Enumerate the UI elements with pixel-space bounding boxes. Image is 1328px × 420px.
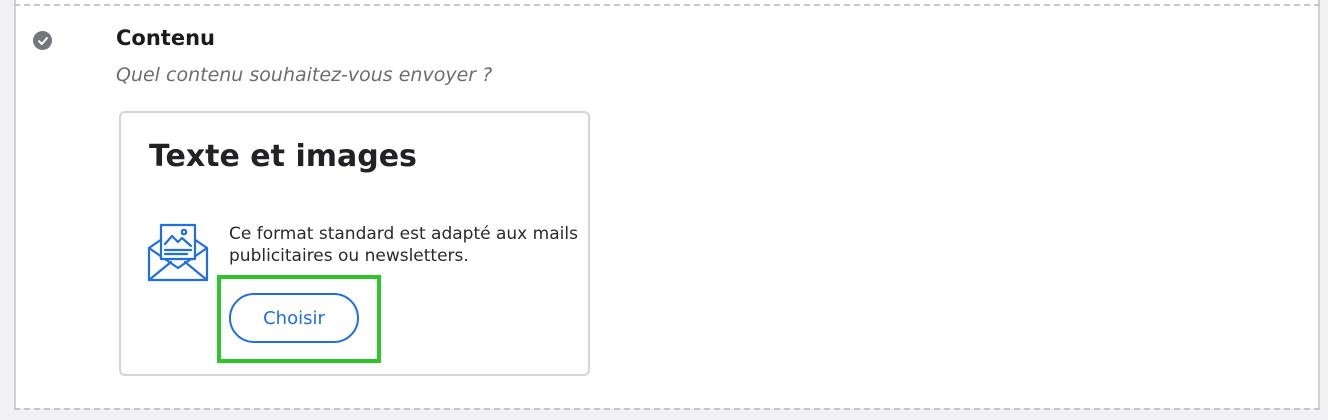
envelope-image-icon (147, 222, 209, 284)
check-icon (33, 31, 52, 50)
step-subtitle: Quel contenu souhaitez-vous envoyer ? (116, 64, 493, 86)
card-description: Ce format standard est adapté aux mails … (229, 224, 578, 266)
top-divider (14, 4, 1320, 6)
content-option-card: Texte et images Ce format standard est a… (119, 111, 590, 376)
bottom-divider (14, 408, 1320, 410)
step-title: Contenu (116, 26, 215, 50)
choose-button[interactable]: Choisir (229, 293, 359, 343)
card-title: Texte et images (149, 139, 417, 174)
